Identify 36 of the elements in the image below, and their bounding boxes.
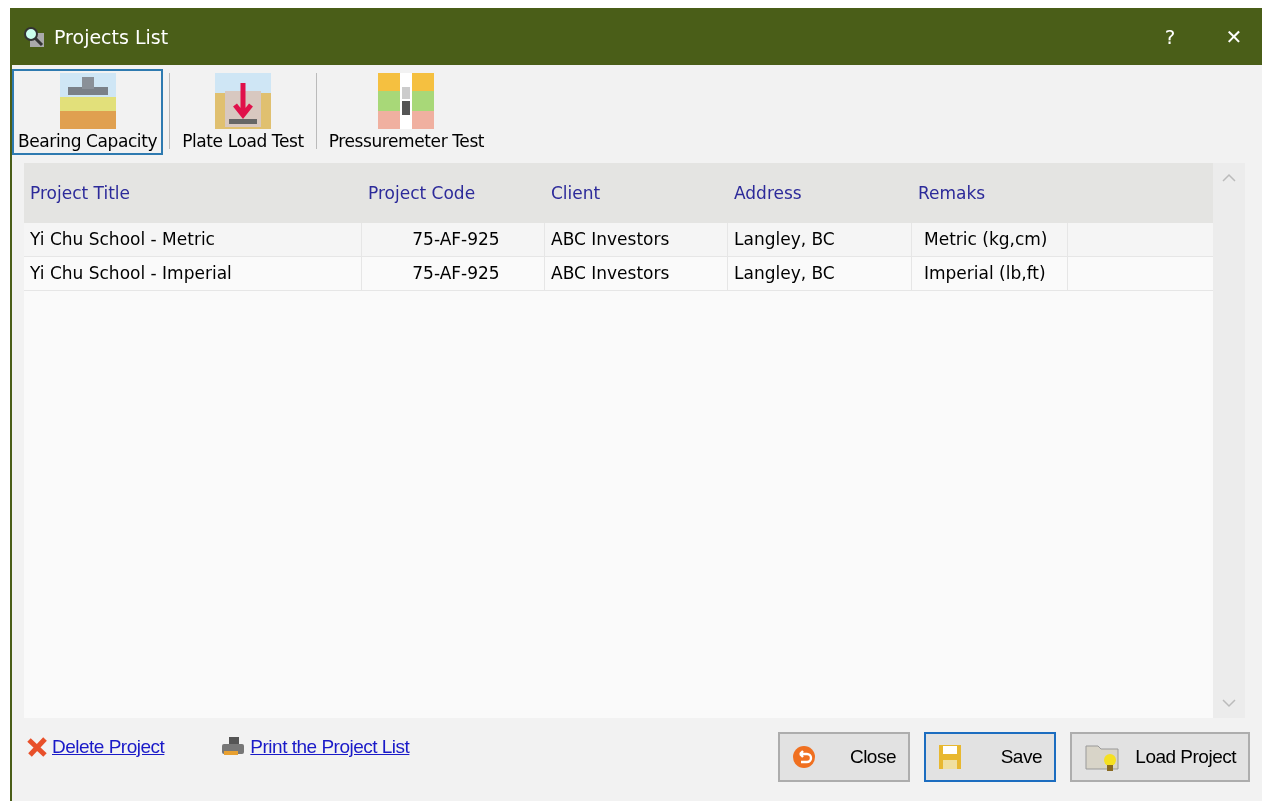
link[interactable]: Delete Project	[26, 736, 165, 758]
table-cell: ABC Investors	[545, 257, 728, 290]
window-title: Projects List	[54, 25, 170, 48]
column-header[interactable]: Remaks	[912, 183, 1068, 203]
table-cell: 75-AF-925	[362, 257, 545, 290]
column-header[interactable]: Address	[728, 183, 912, 203]
pressuremeter-icon	[378, 73, 435, 129]
close-button[interactable]: ✕	[1206, 23, 1262, 50]
footing-icon	[59, 73, 116, 129]
table-cell: 75-AF-925	[362, 223, 545, 256]
table-cell: Langley, BC	[728, 257, 912, 290]
table-cell: Yi Chu School - Metric	[24, 223, 362, 256]
search-icon	[22, 24, 46, 49]
save-button[interactable]: Save	[924, 732, 1056, 782]
load-button[interactable]: Load Project	[1070, 732, 1250, 782]
table-cell: Yi Chu School - Imperial	[24, 257, 362, 290]
help-button[interactable]: ?	[1142, 23, 1198, 50]
close-button[interactable]: Close	[778, 732, 910, 782]
save-icon	[938, 744, 962, 770]
toolbar-tab[interactable]: Plate Load Test	[176, 69, 310, 155]
close-icon	[26, 736, 48, 758]
table-cell: Langley, BC	[728, 223, 912, 256]
undo-icon	[792, 745, 816, 769]
plate-load-icon	[214, 73, 271, 129]
scroll-down-icon[interactable]	[1222, 698, 1236, 708]
scroll-up-icon[interactable]	[1222, 173, 1236, 183]
column-header[interactable]: Client	[545, 183, 728, 203]
toolbar-tab[interactable]: Pressuremeter Test	[322, 69, 491, 155]
printer-icon	[220, 736, 247, 758]
link[interactable]: Print the Project List	[220, 736, 410, 758]
column-header[interactable]: Project Code	[362, 183, 545, 203]
table-cell: ABC Investors	[545, 223, 728, 256]
table-cell: Imperial (lb,ft)	[912, 257, 1068, 290]
table-cell: Metric (kg,cm)	[912, 223, 1068, 256]
column-header[interactable]: Project Title	[24, 183, 362, 203]
toolbar-tab[interactable]: Bearing Capacity	[12, 69, 164, 155]
